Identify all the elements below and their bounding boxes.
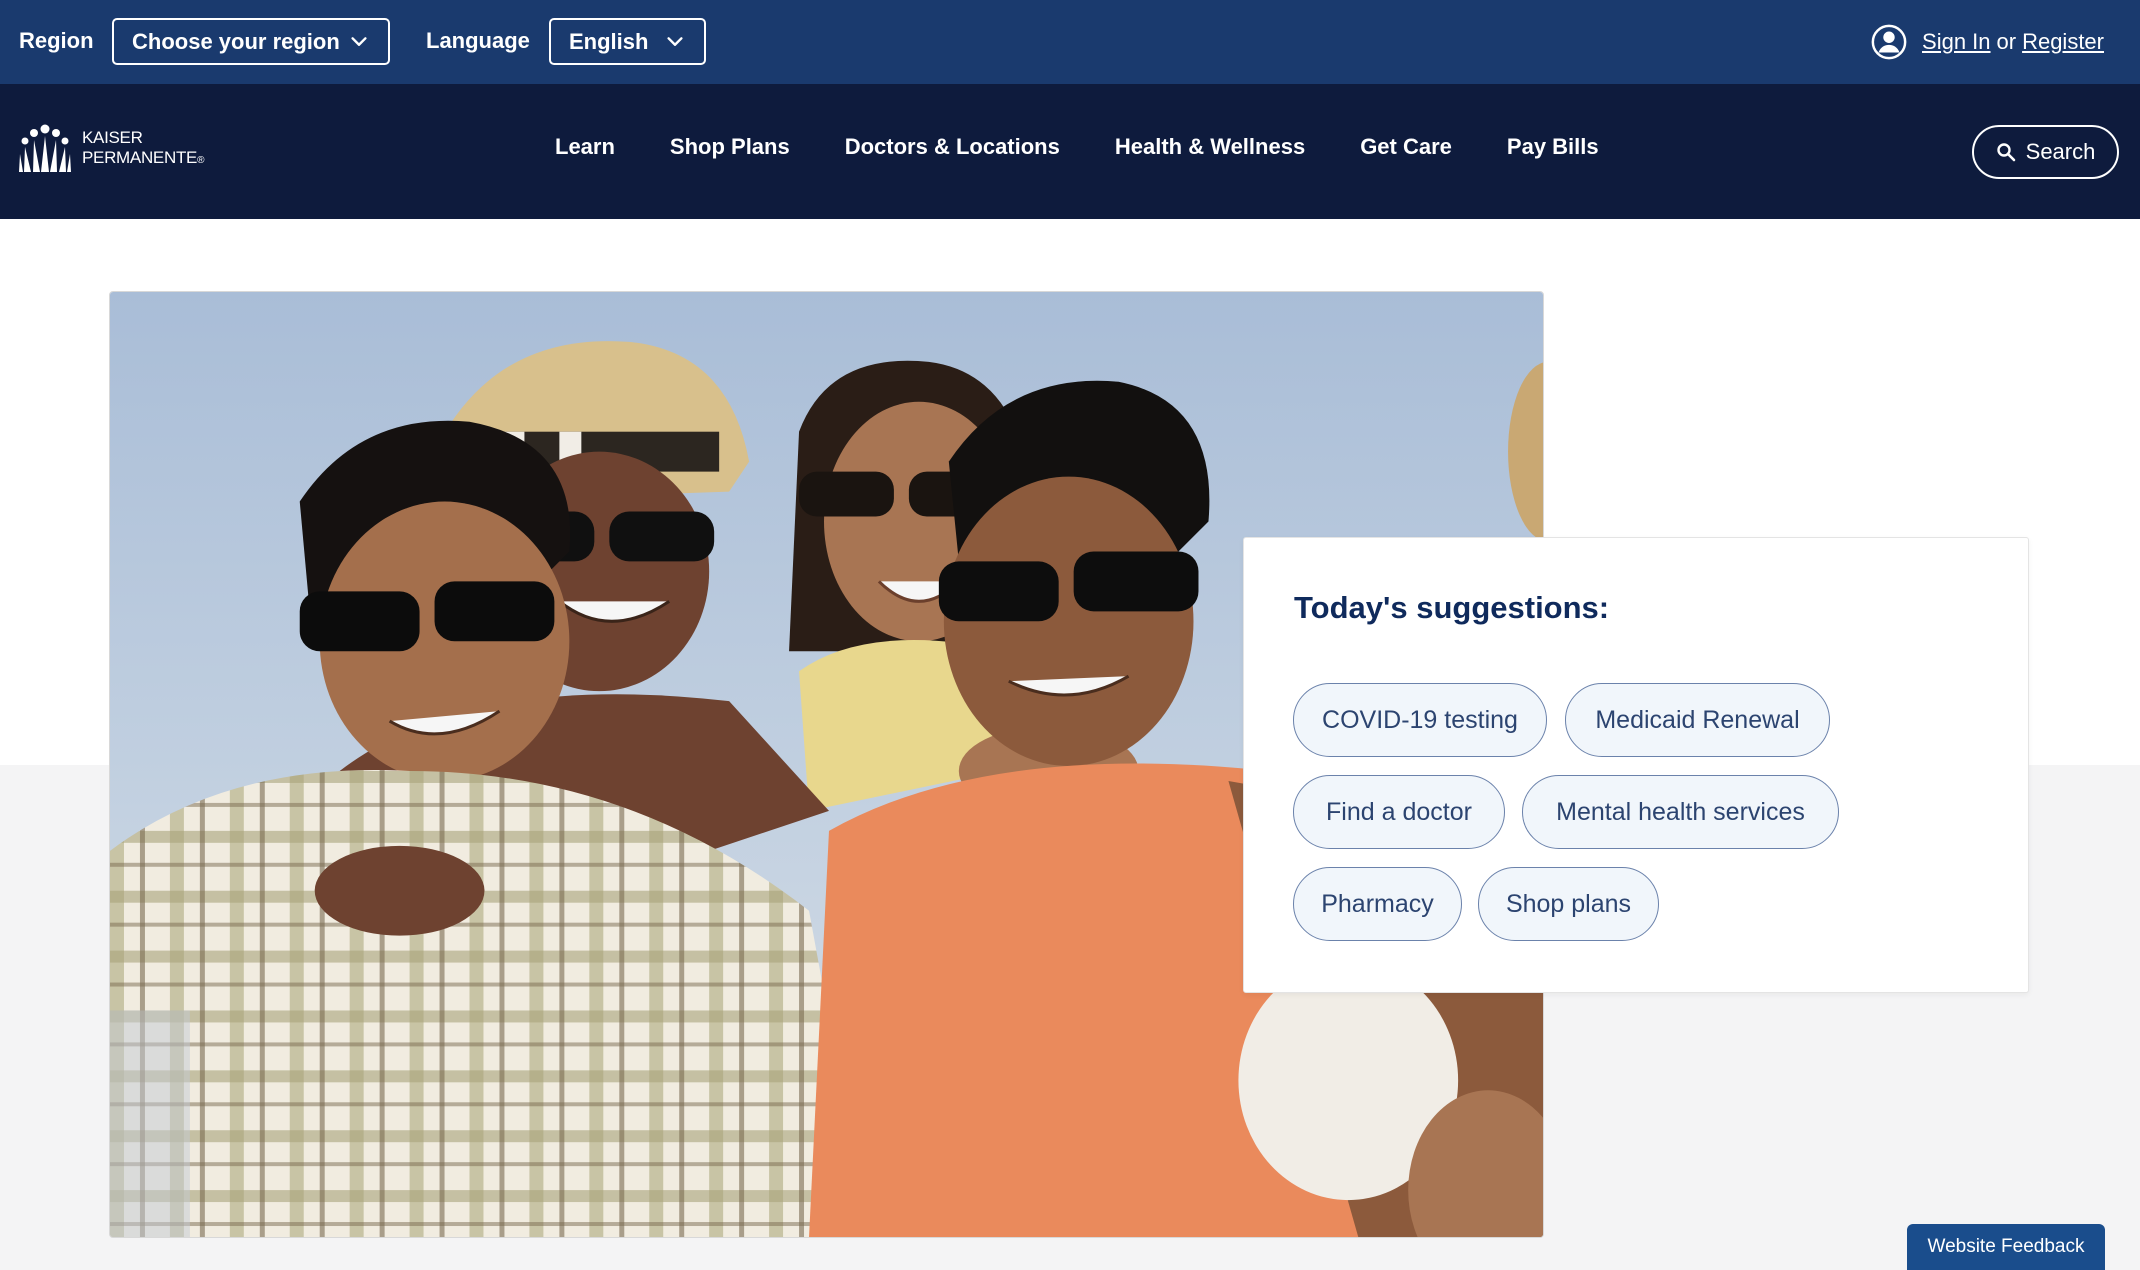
nav-get-care[interactable]: Get Care [1360, 134, 1452, 160]
utility-bar: Region Choose your region Language Engli… [0, 0, 2140, 84]
nav-doctors-locations[interactable]: Doctors & Locations [845, 134, 1060, 160]
language-label: Language [426, 28, 530, 53]
main-nav: KAISER PERMANENTE® Learn Shop Plans Doct… [0, 84, 2140, 219]
kp-logo[interactable]: KAISER PERMANENTE® [18, 124, 204, 174]
nav-learn[interactable]: Learn [555, 134, 615, 160]
logo-registered-mark: ® [197, 154, 205, 166]
sign-in-link[interactable]: Sign In [1922, 29, 1991, 55]
kp-people-logo-icon [19, 124, 71, 172]
chip-mental-health-services[interactable]: Mental health services [1522, 775, 1839, 849]
search-button[interactable]: Search [1972, 125, 2119, 179]
chevron-down-icon [667, 36, 683, 46]
nav-health-wellness[interactable]: Health & Wellness [1115, 134, 1305, 160]
or-text: or [1996, 29, 2017, 54]
search-label: Search [2025, 139, 2096, 164]
chevron-down-icon [351, 36, 367, 46]
chip-shop-plans[interactable]: Shop plans [1478, 867, 1659, 941]
suggestions-card: Today's suggestions: COVID-19 testing Me… [1243, 537, 2029, 993]
region-label: Region [19, 28, 94, 53]
primary-nav: Learn Shop Plans Doctors & Locations Hea… [555, 134, 1654, 160]
language-select[interactable]: English [549, 18, 706, 65]
account-links: Sign In or Register [1870, 22, 2104, 62]
magnifier-icon [1996, 143, 2015, 162]
logo-text: KAISER PERMANENTE® [82, 128, 204, 171]
nav-shop-plans[interactable]: Shop Plans [670, 134, 790, 160]
chip-covid-testing[interactable]: COVID-19 testing [1293, 683, 1547, 757]
user-circle-icon[interactable] [1870, 23, 1908, 61]
chip-pharmacy[interactable]: Pharmacy [1293, 867, 1462, 941]
website-feedback-button[interactable]: Website Feedback [1907, 1224, 2105, 1270]
register-link[interactable]: Register [2022, 29, 2104, 55]
chip-medicaid-renewal[interactable]: Medicaid Renewal [1565, 683, 1830, 757]
region-select-value: Choose your region [132, 28, 340, 54]
logo-line-2: PERMANENTE [82, 147, 198, 167]
region-select[interactable]: Choose your region [112, 18, 390, 65]
chip-find-a-doctor[interactable]: Find a doctor [1293, 775, 1505, 849]
nav-pay-bills[interactable]: Pay Bills [1507, 134, 1599, 160]
suggestions-title: Today's suggestions: [1294, 590, 1610, 625]
logo-line-1: KAISER [82, 127, 143, 147]
language-select-value: English [569, 28, 649, 54]
